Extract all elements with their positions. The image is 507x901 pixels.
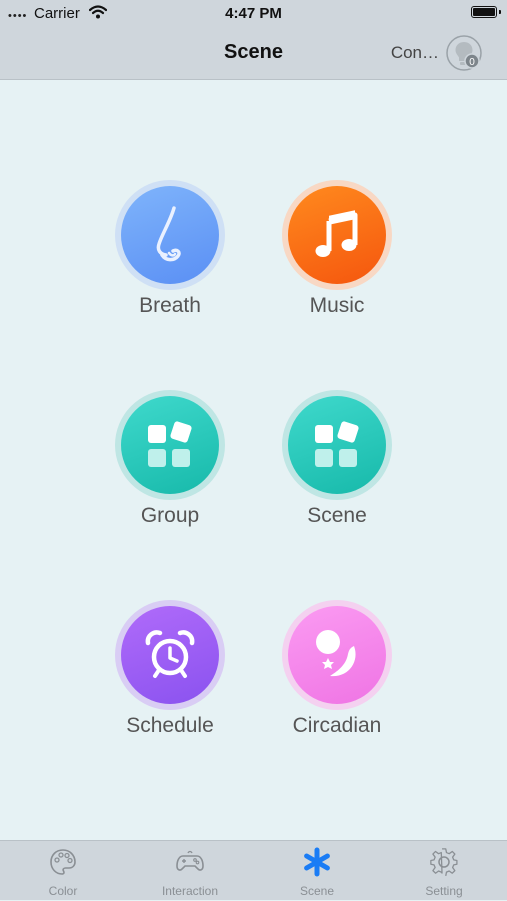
tile-group[interactable]: Group <box>100 390 240 528</box>
connect-button[interactable]: Con… <box>391 43 439 63</box>
grid-blocks-icon <box>148 421 192 467</box>
battery-icon <box>471 6 497 18</box>
bulb-count-badge: 0 <box>469 57 475 68</box>
tile-label: Music <box>309 294 365 317</box>
tab-setting[interactable]: Setting <box>381 841 507 901</box>
tab-label: Interaction <box>161 884 219 898</box>
tile-label: Schedule <box>126 714 214 737</box>
tab-interaction[interactable]: Interaction <box>127 841 253 901</box>
tile-breath[interactable]: Breath <box>100 180 240 318</box>
gamepad-icon <box>176 850 204 871</box>
tile-label: Circadian <box>292 714 382 737</box>
schedule-button[interactable] <box>115 600 225 710</box>
tile-label: Breath <box>139 294 201 317</box>
music-note-icon <box>315 210 358 257</box>
tab-label: Setting <box>425 884 463 898</box>
tab-scene[interactable]: Scene <box>254 841 380 901</box>
tile-circadian[interactable]: Circadian <box>267 600 407 738</box>
group-button[interactable] <box>115 390 225 500</box>
asterisk-icon <box>304 847 330 877</box>
alarm-clock-icon <box>145 630 195 678</box>
tile-label: Group <box>140 504 200 527</box>
tab-bar: Color Interaction Scene Setting <box>0 840 507 900</box>
battery-tip <box>499 10 501 14</box>
breath-button[interactable] <box>115 180 225 290</box>
bulb-button[interactable]: 0 <box>445 34 483 72</box>
gear-icon <box>430 848 458 876</box>
circadian-button[interactable] <box>282 600 392 710</box>
navigation-bar: Scene Con… 0 <box>0 28 507 80</box>
tab-label: Color <box>48 884 78 898</box>
tile-schedule[interactable]: Schedule <box>100 600 240 738</box>
lightbulb-icon: 0 <box>446 35 482 71</box>
scene-grid: Breath Music Group Scene Schedule Circad… <box>0 80 507 840</box>
palette-icon <box>50 849 76 875</box>
scene-button[interactable] <box>282 390 392 500</box>
music-button[interactable] <box>282 180 392 290</box>
status-bar: •••• Carrier 4:47 PM <box>0 0 507 28</box>
nose-icon <box>156 206 181 262</box>
grid-blocks-icon <box>315 421 359 467</box>
moon-star-icon <box>316 630 356 677</box>
tile-label: Scene <box>307 504 367 527</box>
tile-music[interactable]: Music <box>267 180 407 318</box>
tab-label: Scene <box>299 884 335 898</box>
tile-scene[interactable]: Scene <box>267 390 407 528</box>
tab-color[interactable]: Color <box>0 841 126 901</box>
status-time: 4:47 PM <box>225 5 282 22</box>
